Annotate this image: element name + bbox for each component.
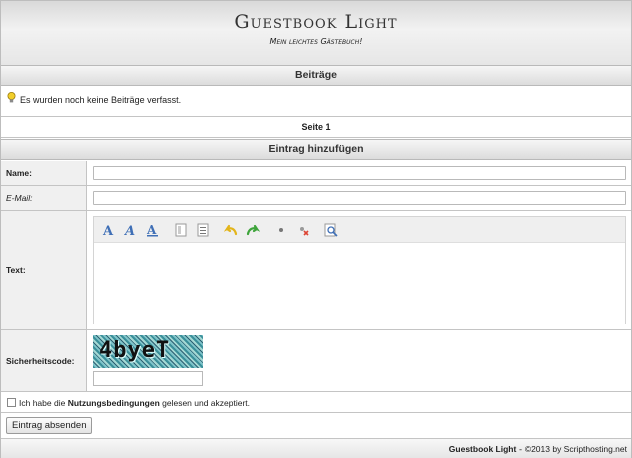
svg-text:A: A [146, 223, 157, 237]
terms-checkbox[interactable] [7, 398, 16, 407]
lightbulb-icon [7, 92, 16, 103]
submit-row: Eintrag absenden [1, 413, 631, 438]
bullet-icon[interactable] [274, 223, 288, 237]
undo-icon[interactable] [224, 223, 238, 237]
editor-toolbar: A A A [94, 217, 625, 243]
text-label: Text: [1, 211, 87, 329]
page-indicator[interactable]: Seite 1 [301, 122, 330, 132]
captcha-row: Sicherheitscode: 4byeT [1, 330, 631, 392]
add-entry-heading: Eintrag hinzufügen [1, 139, 631, 160]
name-input[interactable] [93, 166, 626, 180]
page-header: Guestbook Light Mein leichtes Gästebuch! [1, 1, 631, 65]
name-label: Name: [1, 161, 87, 185]
no-posts-message: Es wurden noch keine Beiträge verfasst. [20, 95, 182, 105]
submit-entry-button[interactable]: Eintrag absenden [6, 417, 93, 434]
terms-label: Ich habe die Nutzungsbedingungen gelesen… [19, 398, 251, 408]
posts-heading: Beiträge [1, 65, 631, 86]
captcha-label: Sicherheitscode: [1, 330, 87, 391]
svg-text:A: A [124, 224, 135, 237]
guestbook-page: Guestbook Light Mein leichtes Gästebuch!… [0, 0, 632, 458]
footer-copyright: ©2013 by Scripthosting.net [524, 444, 627, 454]
text-editor: A A A [93, 216, 626, 324]
align-left-icon[interactable] [174, 223, 188, 237]
pagination: Seite 1 [1, 118, 631, 138]
email-row: E-Mail: [1, 186, 631, 211]
captcha-input[interactable] [93, 371, 203, 386]
svg-text:A: A [102, 224, 114, 237]
text-input[interactable] [94, 244, 625, 324]
captcha-text: 4byeT [99, 338, 171, 363]
preview-icon[interactable] [324, 223, 338, 237]
terms-row: Ich habe die Nutzungsbedingungen gelesen… [1, 392, 631, 413]
list-icon[interactable] [196, 223, 210, 237]
posts-info-row: Es wurden noch keine Beiträge verfasst. [1, 87, 631, 117]
email-label: E-Mail: [1, 186, 87, 210]
footer-brand: Guestbook Light [448, 444, 517, 454]
font-underline-icon[interactable]: A [146, 223, 160, 237]
font-bold-icon[interactable]: A [102, 223, 116, 237]
page-footer: Guestbook Light - ©2013 by Scripthosting… [1, 438, 631, 458]
captcha-image: 4byeT [93, 335, 203, 368]
site-title: Guestbook Light [234, 11, 398, 33]
redo-icon[interactable] [246, 223, 260, 237]
text-row: Text: A A A [1, 211, 631, 330]
email-input[interactable] [93, 191, 626, 205]
clear-format-icon[interactable] [296, 223, 310, 237]
font-italic-icon[interactable]: A [124, 223, 138, 237]
site-subtitle: Mein leichtes Gästebuch! [269, 37, 363, 46]
terms-link[interactable]: Nutzungsbedingungen [68, 398, 160, 408]
name-row: Name: [1, 161, 631, 186]
